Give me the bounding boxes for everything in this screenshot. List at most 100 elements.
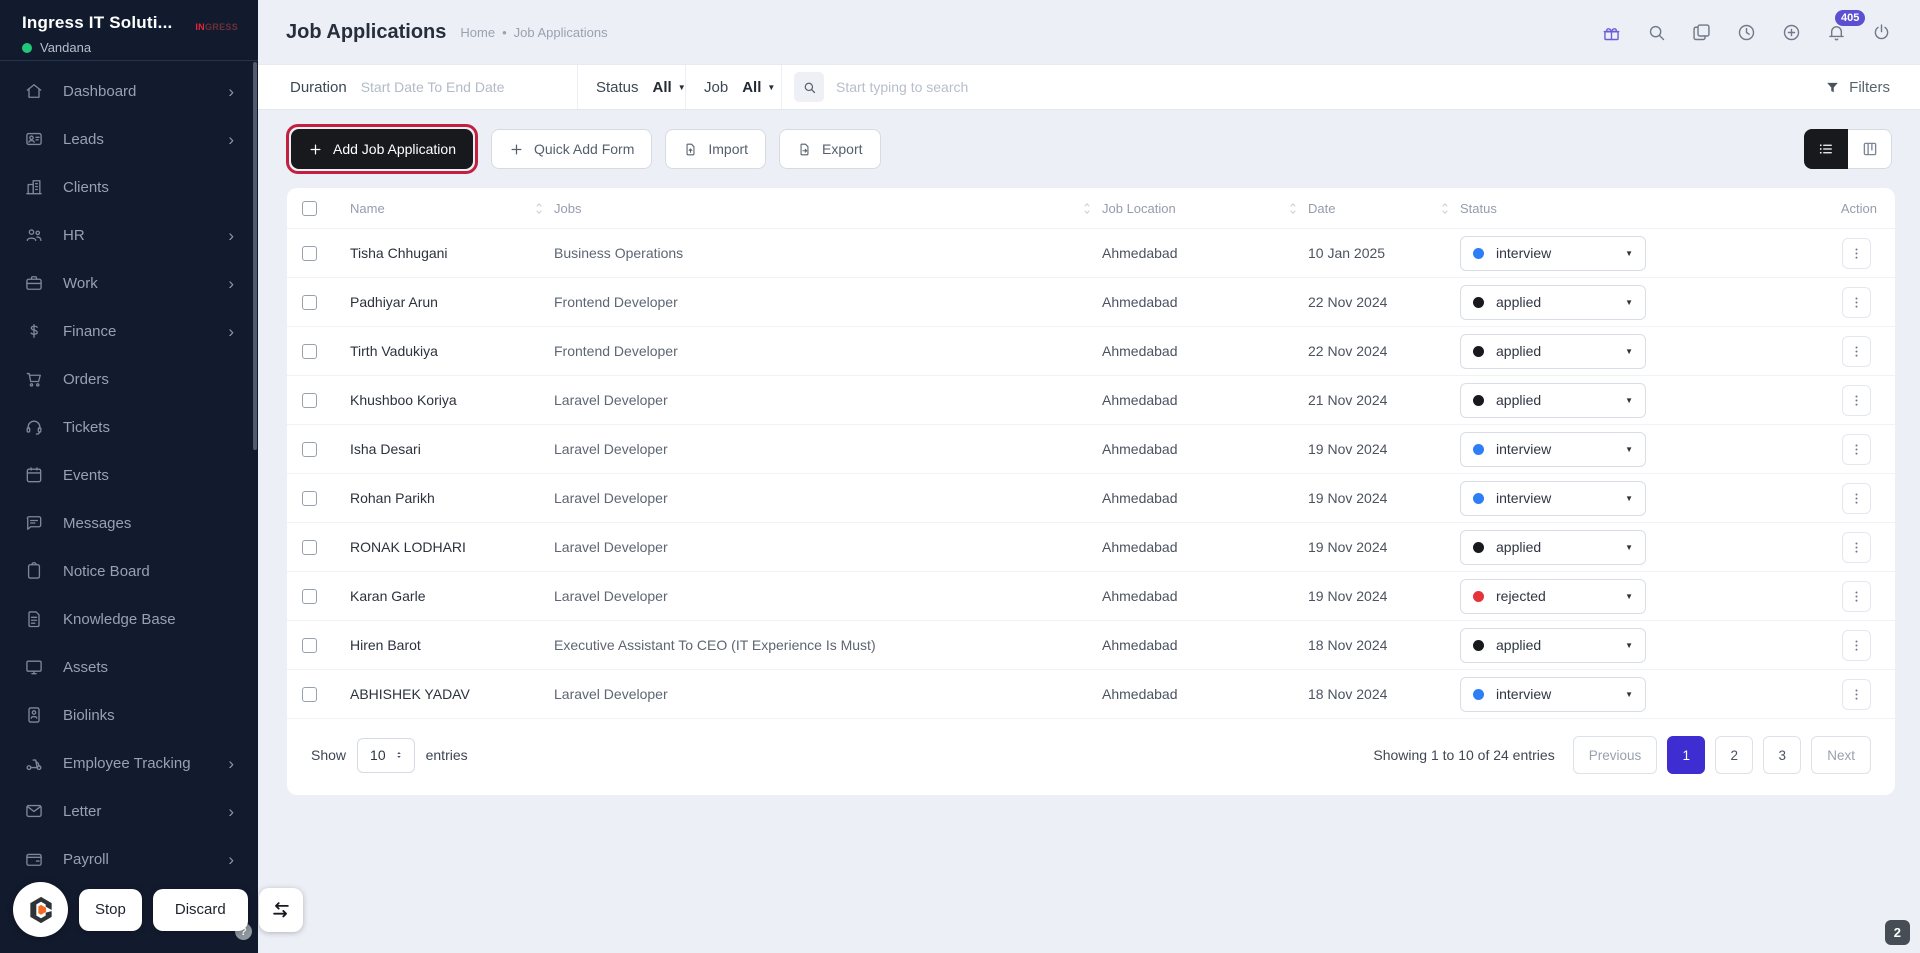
row-actions-button[interactable] <box>1842 335 1871 367</box>
applicant-name[interactable]: Karan Garle <box>350 588 554 604</box>
select-all-checkbox[interactable] <box>302 200 317 216</box>
sidebar-item-events[interactable]: Events › <box>0 451 258 499</box>
sort-icon[interactable] <box>1081 201 1093 216</box>
applicant-name[interactable]: Hiren Barot <box>350 637 554 653</box>
row-checkbox[interactable] <box>302 588 317 604</box>
applicant-name[interactable]: Rohan Parikh <box>350 490 554 506</box>
sidebar-item-tickets[interactable]: Tickets › <box>0 403 258 451</box>
stop-button[interactable]: Stop <box>79 888 142 931</box>
row-checkbox[interactable] <box>302 539 317 555</box>
status-dropdown[interactable]: applied ▼ <box>1460 333 1646 369</box>
row-checkbox[interactable] <box>302 392 317 408</box>
add-job-application-button[interactable]: Add Job Application <box>291 129 473 169</box>
applicant-name[interactable]: Isha Desari <box>350 441 554 457</box>
col-name[interactable]: Name <box>350 201 385 216</box>
row-actions-button[interactable] <box>1842 629 1871 661</box>
sidebar-item-knowledge-base[interactable]: Knowledge Base › <box>0 595 258 643</box>
applicant-name[interactable]: Tisha Chhugani <box>350 245 554 261</box>
applicant-name[interactable]: RONAK LODHARI <box>350 539 554 555</box>
duration-input[interactable] <box>360 79 531 95</box>
status-dropdown[interactable]: rejected ▼ <box>1460 578 1646 614</box>
sidebar-item-employee-tracking[interactable]: Employee Tracking › <box>0 739 258 787</box>
sidebar-item-dashboard[interactable]: Dashboard › <box>0 67 258 115</box>
status-filter-value[interactable]: All ▼ <box>653 79 686 96</box>
row-actions-button[interactable] <box>1842 237 1871 269</box>
search-icon[interactable] <box>1646 22 1667 43</box>
row-checkbox[interactable] <box>302 343 317 359</box>
search-input[interactable] <box>836 79 1136 95</box>
quick-add-form-button[interactable]: Quick Add Form <box>490 129 653 169</box>
funnel-icon <box>1827 82 1838 92</box>
page-2-button[interactable]: 2 <box>1715 736 1754 774</box>
row-checkbox[interactable] <box>302 441 317 457</box>
applicant-name[interactable]: Tirth Vadukiya <box>350 343 554 359</box>
sidebar-item-notice-board[interactable]: Notice Board › <box>0 547 258 595</box>
status-dropdown[interactable]: interview ▼ <box>1460 480 1646 516</box>
sidebar-scrollbar[interactable] <box>253 62 257 450</box>
export-button[interactable]: Export <box>779 129 881 169</box>
job-filter-value[interactable]: All ▼ <box>742 79 775 96</box>
applicant-name[interactable]: ABHISHEK YADAV <box>350 686 554 702</box>
status-dropdown[interactable]: applied ▼ <box>1460 529 1646 565</box>
clock-icon[interactable] <box>1736 22 1757 43</box>
power-icon[interactable] <box>1871 22 1892 43</box>
sidebar-item-letter[interactable]: Letter › <box>0 787 258 835</box>
swap-button[interactable] <box>258 887 303 932</box>
add-icon[interactable] <box>1781 22 1802 43</box>
status-dropdown[interactable]: applied ▼ <box>1460 627 1646 663</box>
page-1-button[interactable]: 1 <box>1667 736 1706 774</box>
sort-icon[interactable] <box>533 201 545 216</box>
row-actions-button[interactable] <box>1842 678 1871 710</box>
row-checkbox[interactable] <box>302 245 317 261</box>
status-dropdown[interactable]: interview ▼ <box>1460 431 1646 467</box>
status-filter[interactable]: Status All ▼ <box>578 65 686 109</box>
agent-logo[interactable] <box>13 882 68 937</box>
status-dropdown[interactable]: applied ▼ <box>1460 382 1646 418</box>
row-checkbox[interactable] <box>302 686 317 702</box>
discard-button[interactable]: Discard <box>152 888 248 931</box>
col-job-location[interactable]: Job Location <box>1102 201 1176 216</box>
status-dropdown[interactable]: interview ▼ <box>1460 235 1646 271</box>
previous-page-button[interactable]: Previous <box>1572 736 1658 774</box>
list-view-button[interactable] <box>1804 129 1848 169</box>
applicant-name[interactable]: Padhiyar Arun <box>350 294 554 310</box>
row-actions-button[interactable] <box>1842 384 1871 416</box>
breadcrumb-home[interactable]: Home <box>460 25 495 40</box>
sidebar-item-orders[interactable]: Orders › <box>0 355 258 403</box>
notes-icon[interactable] <box>1691 22 1712 43</box>
sort-icon[interactable] <box>1439 201 1451 216</box>
row-checkbox[interactable] <box>302 637 317 653</box>
col-status[interactable]: Status <box>1460 201 1497 216</box>
applicant-name[interactable]: Khushboo Koriya <box>350 392 554 408</box>
row-checkbox[interactable] <box>302 490 317 506</box>
import-button[interactable]: Import <box>665 129 767 169</box>
page-size-select[interactable]: 10 <box>357 737 415 773</box>
sidebar-item-clients[interactable]: Clients › <box>0 163 258 211</box>
sidebar-item-messages[interactable]: Messages › <box>0 499 258 547</box>
row-actions-button[interactable] <box>1842 482 1871 514</box>
row-actions-button[interactable] <box>1842 580 1871 612</box>
row-actions-button[interactable] <box>1842 433 1871 465</box>
filters-button[interactable]: Filters <box>1795 65 1920 109</box>
sidebar-item-biolinks[interactable]: Biolinks › <box>0 691 258 739</box>
gift-icon[interactable] <box>1601 22 1622 43</box>
job-filter[interactable]: Job All ▼ <box>686 65 782 109</box>
bell-icon[interactable]: 405 <box>1826 9 1866 43</box>
sidebar-item-work[interactable]: Work › <box>0 259 258 307</box>
status-dropdown[interactable]: interview ▼ <box>1460 676 1646 712</box>
next-page-button[interactable]: Next <box>1811 736 1871 774</box>
sidebar-item-leads[interactable]: Leads › <box>0 115 258 163</box>
sidebar-item-payroll[interactable]: Payroll › <box>0 835 258 883</box>
sort-icon[interactable] <box>1287 201 1299 216</box>
page-3-button[interactable]: 3 <box>1763 736 1802 774</box>
sidebar-item-hr[interactable]: HR › <box>0 211 258 259</box>
row-actions-button[interactable] <box>1842 286 1871 318</box>
status-dropdown[interactable]: applied ▼ <box>1460 284 1646 320</box>
col-date[interactable]: Date <box>1308 201 1335 216</box>
col-jobs[interactable]: Jobs <box>554 201 581 216</box>
sidebar-item-finance[interactable]: Finance › <box>0 307 258 355</box>
sidebar-item-assets[interactable]: Assets › <box>0 643 258 691</box>
row-checkbox[interactable] <box>302 294 317 310</box>
kanban-view-button[interactable] <box>1848 129 1892 169</box>
row-actions-button[interactable] <box>1842 531 1871 563</box>
